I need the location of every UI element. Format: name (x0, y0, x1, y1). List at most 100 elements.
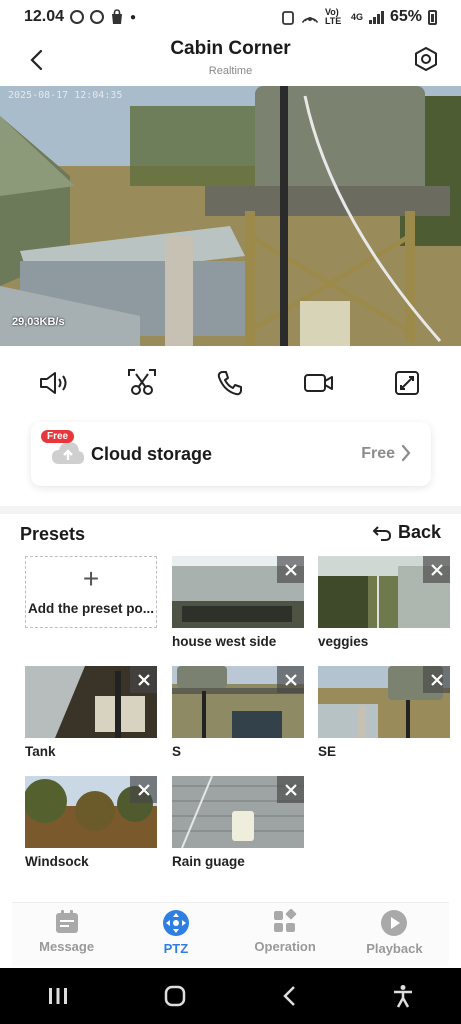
message-icon (55, 910, 78, 933)
app-header: Cabin Corner Realtime (0, 34, 461, 86)
live-video-feed[interactable]: 2025-08-17 12:04:35 29,03KB/s (0, 86, 461, 346)
volte-label: Vo) LTE (324, 7, 342, 26)
preset-item[interactable]: veggies (318, 556, 450, 649)
preset-thumbnail[interactable] (318, 666, 450, 738)
close-icon (430, 673, 443, 686)
close-icon (284, 673, 297, 686)
page-title: Cabin Corner (170, 38, 291, 59)
preset-thumbnail[interactable] (172, 556, 304, 628)
cloud-plan-status: Free (361, 445, 395, 462)
operation-icon (274, 909, 297, 932)
nav-message[interactable]: Message (17, 903, 117, 966)
dot-icon: ● (130, 11, 137, 23)
delete-preset-button[interactable] (277, 556, 304, 583)
playback-icon (381, 910, 408, 936)
notification-icon (70, 10, 85, 24)
page-subtitle: Realtime (208, 65, 253, 77)
delete-preset-button[interactable] (423, 556, 450, 583)
battery-percent: 65% (389, 8, 422, 25)
shopping-bag-icon (112, 9, 123, 24)
nav-label: Playback (366, 941, 423, 956)
record-icon (303, 374, 333, 392)
status-bar: 12.04 ● Vo) LTE 4G 65% (0, 0, 461, 34)
battery-icon (428, 9, 437, 25)
preset-label: Rain guage (172, 854, 245, 869)
system-nav-bar (0, 968, 461, 1024)
preset-thumbnail[interactable] (25, 666, 157, 738)
ptz-icon (162, 910, 189, 936)
close-icon (284, 563, 297, 576)
nav-label: Message (39, 939, 95, 954)
cloud-upload-icon (52, 442, 84, 464)
preset-label: Windsock (25, 854, 89, 869)
preset-item[interactable]: SE (318, 666, 450, 759)
cloud-storage-label: Cloud storage (91, 444, 213, 464)
preset-label: house west side (172, 634, 277, 649)
presets-back-label: Back (397, 522, 441, 542)
nav-playback[interactable]: Playback (344, 903, 444, 966)
nav-operation[interactable]: Operation (235, 903, 335, 966)
nav-label: Operation (254, 939, 316, 954)
undo-arrow-icon (372, 525, 391, 541)
signal-icon (368, 10, 384, 24)
presets-back-button[interactable]: Back (372, 522, 441, 543)
preset-label: S (172, 744, 182, 759)
fullscreen-button[interactable] (385, 361, 429, 405)
audio-button[interactable] (32, 361, 76, 405)
preset-item[interactable]: house west side (172, 556, 304, 649)
preset-thumbnail[interactable] (318, 556, 450, 628)
preset-label: SE (318, 744, 337, 759)
preset-thumbnail[interactable] (25, 776, 157, 848)
presets-title: Presets (20, 524, 86, 544)
scissors-icon (128, 369, 157, 395)
hotspot-icon (301, 17, 319, 24)
delete-preset-button[interactable] (423, 666, 450, 693)
record-button[interactable] (297, 361, 341, 405)
sync-icon (90, 10, 105, 24)
bottom-nav: Message PTZ Operation Playback (12, 902, 449, 966)
plus-icon: + (82, 563, 100, 594)
status-time: 12.04 (24, 8, 65, 25)
nav-ptz[interactable]: PTZ (126, 903, 226, 966)
add-preset-button[interactable]: + Add the preset po... (25, 556, 157, 628)
delete-preset-button[interactable] (130, 666, 157, 693)
screenshot-button[interactable] (120, 361, 164, 405)
cloud-storage-card[interactable]: Free Cloud storage Free (31, 422, 431, 486)
call-button[interactable] (208, 361, 252, 405)
preset-item[interactable]: Windsock (25, 776, 157, 869)
close-icon (284, 783, 297, 796)
speaker-icon (40, 372, 67, 394)
close-icon (137, 673, 150, 686)
network-label: 4G (350, 11, 363, 22)
video-bitrate: 29,03KB/s (12, 316, 65, 328)
close-icon (430, 563, 443, 576)
camera-scene (0, 86, 461, 346)
preset-item[interactable]: Tank (25, 666, 157, 759)
back-nav-icon[interactable] (282, 985, 298, 1007)
hexagon-settings-icon (415, 47, 437, 71)
add-preset-label: Add the preset po... (27, 601, 154, 616)
section-divider (0, 506, 461, 514)
nav-label: PTZ (163, 941, 189, 956)
preset-thumbnail[interactable] (172, 666, 304, 738)
delete-preset-button[interactable] (277, 776, 304, 803)
settings-button[interactable] (411, 44, 441, 74)
preset-thumbnail[interactable] (172, 776, 304, 848)
recent-apps-icon[interactable] (47, 986, 69, 1006)
preset-item[interactable]: Rain guage (172, 776, 304, 869)
preset-label: Tank (25, 744, 56, 759)
alarm-icon (282, 11, 294, 25)
free-badge: Free (41, 430, 75, 443)
video-timestamp: 2025-08-17 12:04:35 (8, 90, 123, 101)
delete-preset-button[interactable] (130, 776, 157, 803)
video-controls (0, 352, 461, 414)
preset-label: veggies (318, 634, 369, 649)
fullscreen-icon (394, 371, 419, 395)
phone-icon (218, 371, 243, 396)
preset-item[interactable]: S (172, 666, 304, 759)
home-icon[interactable] (163, 984, 187, 1008)
accessibility-icon[interactable] (392, 984, 414, 1008)
close-icon (137, 783, 150, 796)
delete-preset-button[interactable] (277, 666, 304, 693)
chevron-right-icon (401, 444, 411, 462)
